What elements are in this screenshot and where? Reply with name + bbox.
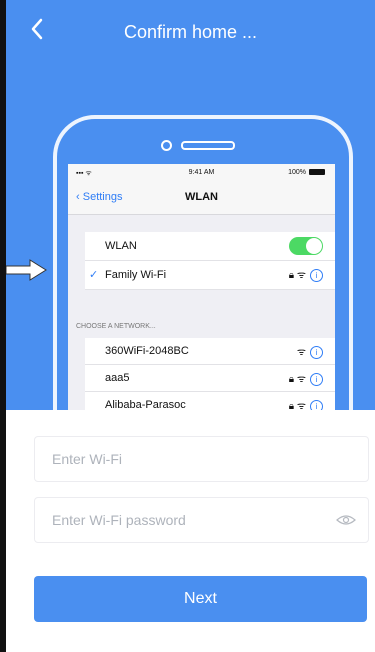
wifi-name-field[interactable] — [34, 436, 369, 482]
info-icon: i — [310, 373, 323, 386]
choose-network-header: CHOOSE A NETWORK... — [76, 323, 156, 330]
app-screen: Confirm home ... ▪▪▪ ᯤ 9:41 AM 100% ‹ Se… — [6, 0, 375, 652]
camera-dot — [161, 140, 172, 151]
wlan-toggle — [289, 237, 323, 255]
info-icon: i — [310, 400, 323, 410]
battery-status: 100% — [288, 169, 325, 176]
toggle-knob — [306, 238, 322, 254]
network-status-icons: 🔒︎ ᯤi — [289, 398, 323, 410]
info-icon: i — [310, 346, 323, 359]
network-name: aaa5 — [105, 372, 130, 384]
wifi-icon: ᯤ — [296, 374, 306, 385]
network-status-icons: ᯤi — [297, 344, 323, 359]
network-status-icons: 🔒︎ ᯤi — [289, 371, 323, 386]
lock-icon: 🔒︎ — [288, 270, 295, 281]
network-status-icons: 🔒︎ ᯤi — [289, 267, 323, 282]
lock-icon: 🔒︎ — [288, 401, 295, 410]
lock-icon: 🔒︎ — [288, 374, 295, 385]
status-bar: ▪▪▪ ᯤ 9:41 AM 100% — [68, 164, 335, 182]
ios-nav-bar: ‹ Settings WLAN — [68, 182, 335, 215]
battery-icon — [309, 169, 325, 176]
info-icon: i — [310, 269, 323, 282]
phone-screen: ▪▪▪ ᯤ 9:41 AM 100% ‹ Settings WLAN WLAN … — [68, 164, 335, 410]
nav-title: WLAN — [185, 191, 218, 203]
wifi-password-input[interactable] — [35, 498, 332, 542]
network-row: aaa5 🔒︎ ᯤi — [85, 365, 335, 392]
battery-percent: 100% — [288, 169, 306, 176]
network-name: Alibaba-Parasoc — [105, 399, 186, 410]
checkmark-icon: ✓ — [89, 269, 99, 281]
connected-network-name: Family Wi-Fi — [105, 269, 167, 281]
wifi-password-field[interactable] — [34, 497, 369, 543]
page-title: Confirm home ... — [123, 22, 258, 42]
eye-icon[interactable] — [336, 514, 356, 526]
next-button[interactable]: Next — [34, 576, 367, 622]
wlan-toggle-row: WLAN — [85, 232, 335, 261]
network-name: 360WiFi-2048BC — [105, 345, 189, 357]
wifi-icon: ᯤ — [296, 347, 306, 358]
wifi-name-input[interactable] — [35, 437, 332, 481]
connected-network-row: ✓ Family Wi-Fi 🔒︎ ᯤi — [85, 261, 335, 290]
arrow-right-icon — [6, 259, 47, 281]
wlan-label: WLAN — [105, 240, 137, 252]
speaker-slot — [181, 141, 235, 150]
header: Confirm home ... — [6, 0, 375, 70]
hero-area: Confirm home ... ▪▪▪ ᯤ 9:41 AM 100% ‹ Se… — [6, 0, 375, 453]
wifi-icon: ᯤ — [296, 401, 306, 410]
network-row: Alibaba-Parasoc 🔒︎ ᯤi — [85, 392, 335, 410]
network-row: 360WiFi-2048BC ᯤi — [85, 338, 335, 365]
wifi-icon: ᯤ — [296, 270, 306, 281]
